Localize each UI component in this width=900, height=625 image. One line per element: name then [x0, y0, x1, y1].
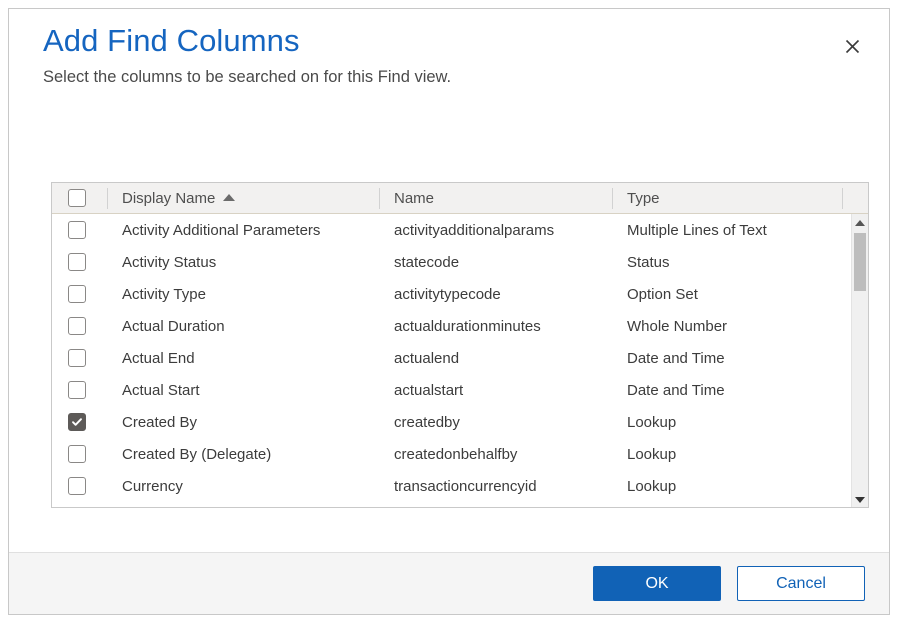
row-checkbox-cell [52, 374, 108, 406]
cell-type: Multiple Lines of Text [613, 214, 843, 246]
triangle-down-icon[interactable] [852, 491, 868, 508]
grid-header-row: Display Name Name Type [52, 183, 868, 214]
cell-name: activityadditionalparams [380, 214, 613, 246]
grid-rows: Activity Additional Parametersactivityad… [52, 214, 868, 502]
grid-scroll-area: Activity Additional Parametersactivityad… [52, 214, 868, 508]
cell-name: createdby [380, 406, 613, 438]
cell-display-name: Actual Duration [108, 310, 380, 342]
header-cell-type[interactable]: Type [613, 183, 843, 214]
cell-name: activitytypecode [380, 278, 613, 310]
cell-type: Date and Time [613, 374, 843, 406]
row-checkbox[interactable] [68, 381, 86, 399]
cell-name: createdonbehalfby [380, 438, 613, 470]
table-row[interactable]: Created BycreatedbyLookup [52, 406, 868, 438]
table-row[interactable]: CurrencytransactioncurrencyidLookup [52, 470, 868, 502]
ok-button[interactable]: OK [593, 566, 721, 601]
table-row[interactable]: Actual DurationactualdurationminutesWhol… [52, 310, 868, 342]
vertical-scrollbar[interactable] [851, 214, 868, 508]
cell-display-name: Activity Status [108, 246, 380, 278]
row-checkbox[interactable] [68, 221, 86, 239]
cell-name: actualstart [380, 374, 613, 406]
table-row[interactable]: Created By (Delegate)createdonbehalfbyLo… [52, 438, 868, 470]
cell-name: actualend [380, 342, 613, 374]
cell-display-name: Created By (Delegate) [108, 438, 380, 470]
dialog-footer: OK Cancel [9, 552, 889, 614]
table-row[interactable]: Activity StatusstatecodeStatus [52, 246, 868, 278]
row-checkbox-cell [52, 246, 108, 278]
add-find-columns-dialog: Add Find Columns Select the columns to b… [8, 8, 890, 615]
row-checkbox-cell [52, 406, 108, 438]
row-checkbox[interactable] [68, 445, 86, 463]
row-checkbox[interactable] [68, 413, 86, 431]
row-checkbox-cell [52, 470, 108, 502]
header-cell-display-name[interactable]: Display Name [108, 183, 380, 214]
row-checkbox[interactable] [68, 285, 86, 303]
cell-type: Option Set [613, 278, 843, 310]
cell-type: Lookup [613, 470, 843, 502]
cell-display-name: Currency [108, 470, 380, 502]
header-label-display-name: Display Name [122, 190, 215, 207]
cell-display-name: Actual Start [108, 374, 380, 406]
row-checkbox[interactable] [68, 349, 86, 367]
cell-name: transactioncurrencyid [380, 470, 613, 502]
row-checkbox-cell [52, 342, 108, 374]
cell-type: Lookup [613, 438, 843, 470]
select-all-checkbox[interactable] [68, 189, 86, 207]
table-row[interactable]: Activity TypeactivitytypecodeOption Set [52, 278, 868, 310]
dialog-header: Add Find Columns Select the columns to b… [9, 9, 889, 89]
triangle-down-glyph [855, 497, 865, 503]
cell-name: statecode [380, 246, 613, 278]
cancel-button[interactable]: Cancel [737, 566, 865, 601]
row-checkbox-cell [52, 214, 108, 246]
sort-ascending-icon [223, 194, 235, 201]
row-checkbox-cell [52, 310, 108, 342]
cell-display-name: Activity Additional Parameters [108, 214, 380, 246]
close-icon[interactable] [837, 31, 867, 61]
cell-type: Whole Number [613, 310, 843, 342]
cell-type: Status [613, 246, 843, 278]
cell-type: Date and Time [613, 342, 843, 374]
scrollbar-thumb[interactable] [854, 233, 866, 291]
cell-display-name: Actual End [108, 342, 380, 374]
triangle-up-icon[interactable] [852, 214, 868, 231]
header-cell-name[interactable]: Name [380, 183, 613, 214]
cell-display-name: Activity Type [108, 278, 380, 310]
columns-grid: Display Name Name Type Activity Addition… [51, 182, 869, 508]
header-label-name: Name [394, 190, 434, 207]
cell-name: actualdurationminutes [380, 310, 613, 342]
table-row[interactable]: Activity Additional Parametersactivityad… [52, 214, 868, 246]
row-checkbox-cell [52, 438, 108, 470]
header-cell-spacer [843, 183, 868, 214]
row-checkbox-cell [52, 278, 108, 310]
header-label-type: Type [627, 190, 660, 207]
dialog-body: Display Name Name Type Activity Addition… [9, 89, 889, 552]
cell-display-name: Created By [108, 406, 380, 438]
table-row[interactable]: Actual StartactualstartDate and Time [52, 374, 868, 406]
row-checkbox[interactable] [68, 477, 86, 495]
page-title: Add Find Columns [43, 21, 857, 61]
select-all-header-cell [52, 183, 108, 214]
row-checkbox[interactable] [68, 253, 86, 271]
row-checkbox[interactable] [68, 317, 86, 335]
dialog-subtitle: Select the columns to be searched on for… [43, 65, 857, 89]
table-row[interactable]: Actual EndactualendDate and Time [52, 342, 868, 374]
cell-type: Lookup [613, 406, 843, 438]
triangle-up-glyph [855, 220, 865, 226]
